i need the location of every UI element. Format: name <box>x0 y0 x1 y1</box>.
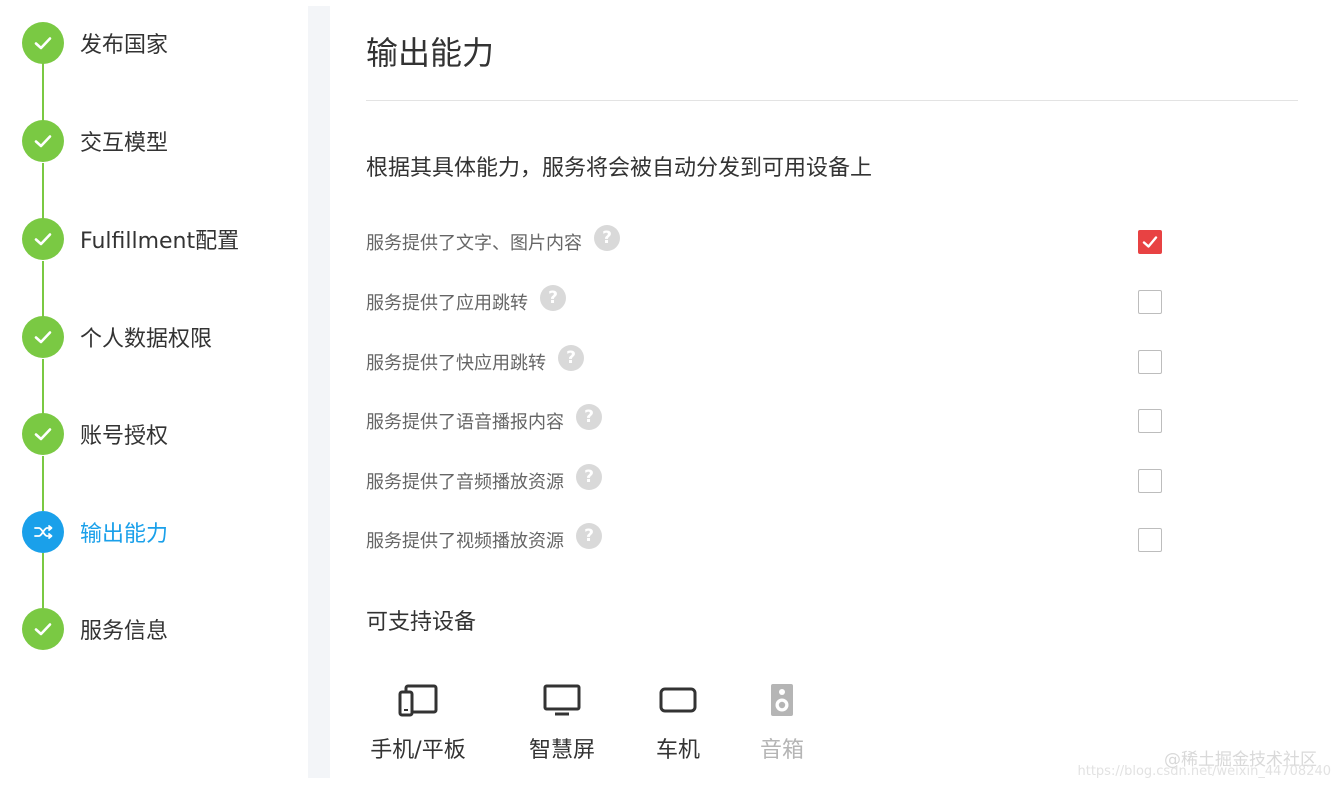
capability-label: 服务提供了应用跳转 <box>366 293 528 314</box>
step-personal-data[interactable]: 个人数据权限 <box>22 316 212 358</box>
device-label: 车机 <box>655 738 700 763</box>
device-car-unit[interactable]: 车机 <box>650 680 706 764</box>
check-icon <box>22 218 64 260</box>
capability-label: 服务提供了快应用跳转 <box>366 353 546 374</box>
device-label: 智慧屏 <box>528 738 595 763</box>
check-icon <box>22 316 64 358</box>
devices-heading: 可支持设备 <box>366 610 477 635</box>
capability-row-video-resource: 服务提供了视频播放资源 ? <box>366 520 1298 560</box>
phone-tablet-icon <box>397 680 439 720</box>
car-unit-icon <box>659 680 697 720</box>
step-account-auth[interactable]: 账号授权 <box>22 413 168 455</box>
help-icon[interactable]: ? <box>558 345 584 371</box>
section-description: 根据其具体能力，服务将会被自动分发到可用设备上 <box>366 156 873 181</box>
step-connector <box>42 163 44 219</box>
capability-checkbox[interactable] <box>1138 469 1162 493</box>
capability-row-voice-broadcast: 服务提供了语音播报内容 ? <box>366 401 1298 441</box>
title-divider <box>366 100 1298 101</box>
capability-label: 服务提供了音频播放资源 <box>366 472 564 493</box>
panel-divider <box>308 6 330 778</box>
page-title: 输出能力 <box>366 34 495 72</box>
checkmark-icon <box>1142 236 1158 248</box>
step-label: 发布国家 <box>80 33 169 58</box>
speaker-icon <box>769 680 795 720</box>
step-label: 账号授权 <box>80 424 169 449</box>
check-icon <box>22 608 64 650</box>
device-smart-screen[interactable]: 智慧屏 <box>522 680 602 764</box>
capability-checkbox[interactable] <box>1138 230 1162 254</box>
help-icon[interactable]: ? <box>576 523 602 549</box>
step-output-capability[interactable]: 输出能力 <box>22 511 168 553</box>
progress-stepper: 发布国家 交互模型 Fulfillment配置 个人数据权限 账号授权 输出能力… <box>0 0 300 790</box>
device-label: 手机/平板 <box>370 738 466 763</box>
help-icon[interactable]: ? <box>540 285 566 311</box>
capability-label: 服务提供了文字、图片内容 <box>366 233 582 254</box>
step-label: 个人数据权限 <box>80 327 213 352</box>
capability-label: 服务提供了语音播报内容 <box>366 412 564 433</box>
capability-checkbox[interactable] <box>1138 350 1162 374</box>
watermark-url: https://blog.csdn.net/weixin_44708240 <box>1077 764 1331 779</box>
check-icon <box>22 120 64 162</box>
step-service-info[interactable]: 服务信息 <box>22 608 168 650</box>
check-icon <box>22 413 64 455</box>
smart-screen-icon <box>543 680 581 720</box>
step-interaction-model[interactable]: 交互模型 <box>22 120 168 162</box>
step-connector <box>42 63 44 121</box>
capability-row-audio-resource: 服务提供了音频播放资源 ? <box>366 461 1298 501</box>
help-icon[interactable]: ? <box>576 404 602 430</box>
capability-label: 服务提供了视频播放资源 <box>366 531 564 552</box>
help-icon[interactable]: ? <box>594 225 620 251</box>
shuffle-icon <box>22 511 64 553</box>
help-icon[interactable]: ? <box>576 464 602 490</box>
device-label: 音箱 <box>759 738 804 763</box>
capability-checkbox[interactable] <box>1138 409 1162 433</box>
step-publish-country[interactable]: 发布国家 <box>22 22 168 64</box>
capability-row-text-image: 服务提供了文字、图片内容 ? <box>366 222 1298 262</box>
step-label: 交互模型 <box>80 131 169 156</box>
step-fulfillment[interactable]: Fulfillment配置 <box>22 218 239 260</box>
device-speaker[interactable]: 音箱 <box>754 680 810 764</box>
step-label: 服务信息 <box>80 619 169 644</box>
capability-row-app-jump: 服务提供了应用跳转 ? <box>366 282 1298 322</box>
capability-checkbox[interactable] <box>1138 290 1162 314</box>
step-connector <box>42 553 44 608</box>
step-connector <box>42 359 44 414</box>
step-label: Fulfillment配置 <box>80 229 240 254</box>
capability-checkbox[interactable] <box>1138 528 1162 552</box>
step-label: 输出能力 <box>80 522 169 547</box>
check-icon <box>22 22 64 64</box>
step-connector <box>42 261 44 317</box>
device-phone-tablet[interactable]: 手机/平板 <box>366 680 470 764</box>
capability-row-quick-app-jump: 服务提供了快应用跳转 ? <box>366 342 1298 382</box>
step-connector <box>42 456 44 511</box>
